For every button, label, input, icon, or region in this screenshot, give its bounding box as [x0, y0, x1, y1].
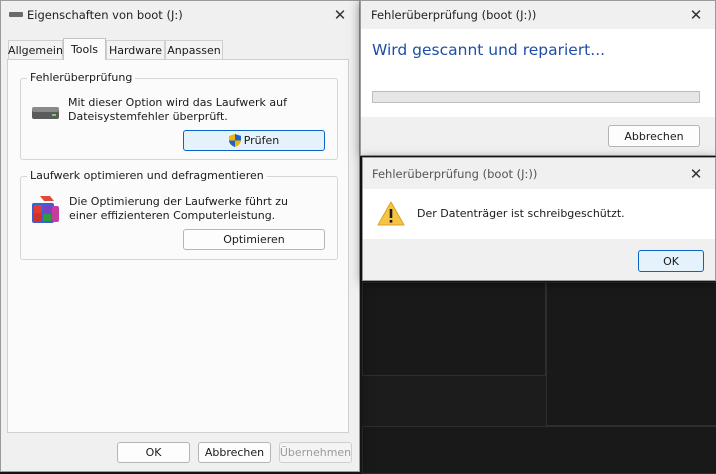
background-panel-bottom	[362, 426, 716, 474]
alert-close-button[interactable]: ✕	[687, 165, 705, 183]
drive-icon	[31, 105, 61, 119]
error-check-group: Fehlerüberprüfung Mit dieser Option wird…	[20, 71, 338, 160]
warning-icon	[377, 201, 405, 227]
tab-anpassen[interactable]: Anpassen	[165, 40, 223, 59]
check-button[interactable]: Prüfen	[183, 130, 325, 151]
defrag-icon	[30, 194, 62, 226]
scan-titlebar: Fehlerüberprüfung (boot (J:)) ✕	[361, 1, 715, 29]
background-panel-right	[546, 282, 716, 426]
scan-body: Wird gescannt und repariert...	[361, 29, 715, 117]
tab-allgemein[interactable]: Allgemein	[8, 40, 63, 59]
properties-window: Eigenschaften von boot (J:) ✕ Allgemein …	[0, 0, 360, 472]
check-button-label: Prüfen	[243, 134, 280, 147]
alert-message: Der Datenträger ist schreibgeschützt.	[417, 207, 625, 220]
alert-ok-button[interactable]: OK	[638, 250, 704, 272]
background-panel-left	[362, 282, 546, 376]
close-button[interactable]: ✕	[331, 6, 349, 24]
optimize-title: Laufwerk optimieren und defragmentieren	[27, 169, 267, 182]
apply-button: Übernehmen	[279, 442, 352, 463]
scan-window: Fehlerüberprüfung (boot (J:)) ✕ Wird ges…	[360, 0, 716, 156]
scan-status: Wird gescannt und repariert...	[372, 41, 606, 59]
cancel-button[interactable]: Abbrechen	[198, 442, 271, 463]
alert-titlebar: Fehlerüberprüfung (boot (J:)) ✕	[363, 158, 715, 188]
scan-progress-bar	[372, 91, 700, 103]
window-title: Eigenschaften von boot (J:)	[27, 8, 183, 22]
scan-title: Fehlerüberprüfung (boot (J:))	[371, 8, 537, 22]
error-check-title: Fehlerüberprüfung	[27, 71, 136, 84]
ok-button[interactable]: OK	[117, 442, 190, 463]
optimize-group: Laufwerk optimieren und defragmentieren …	[20, 169, 338, 260]
scan-close-button[interactable]: ✕	[687, 6, 705, 24]
error-check-description: Mit dieser Option wird das Laufwerk auf …	[68, 96, 287, 123]
alert-body: Der Datenträger ist schreibgeschützt.	[363, 189, 715, 239]
tab-panel: Fehlerüberprüfung Mit dieser Option wird…	[7, 59, 349, 433]
alert-window: Fehlerüberprüfung (boot (J:)) ✕ Der Date…	[362, 157, 716, 281]
drive-title-icon	[9, 12, 23, 17]
properties-titlebar: Eigenschaften von boot (J:) ✕	[1, 1, 359, 29]
alert-title: Fehlerüberprüfung (boot (J:))	[372, 167, 538, 181]
uac-shield-icon	[228, 134, 241, 147]
scan-cancel-button[interactable]: Abbrechen	[608, 125, 700, 147]
optimize-description: Die Optimierung der Laufwerke führt zu e…	[69, 195, 288, 222]
optimize-button[interactable]: Optimieren	[183, 229, 325, 250]
tab-tools[interactable]: Tools	[63, 38, 106, 60]
tab-hardware[interactable]: Hardware	[106, 40, 165, 59]
